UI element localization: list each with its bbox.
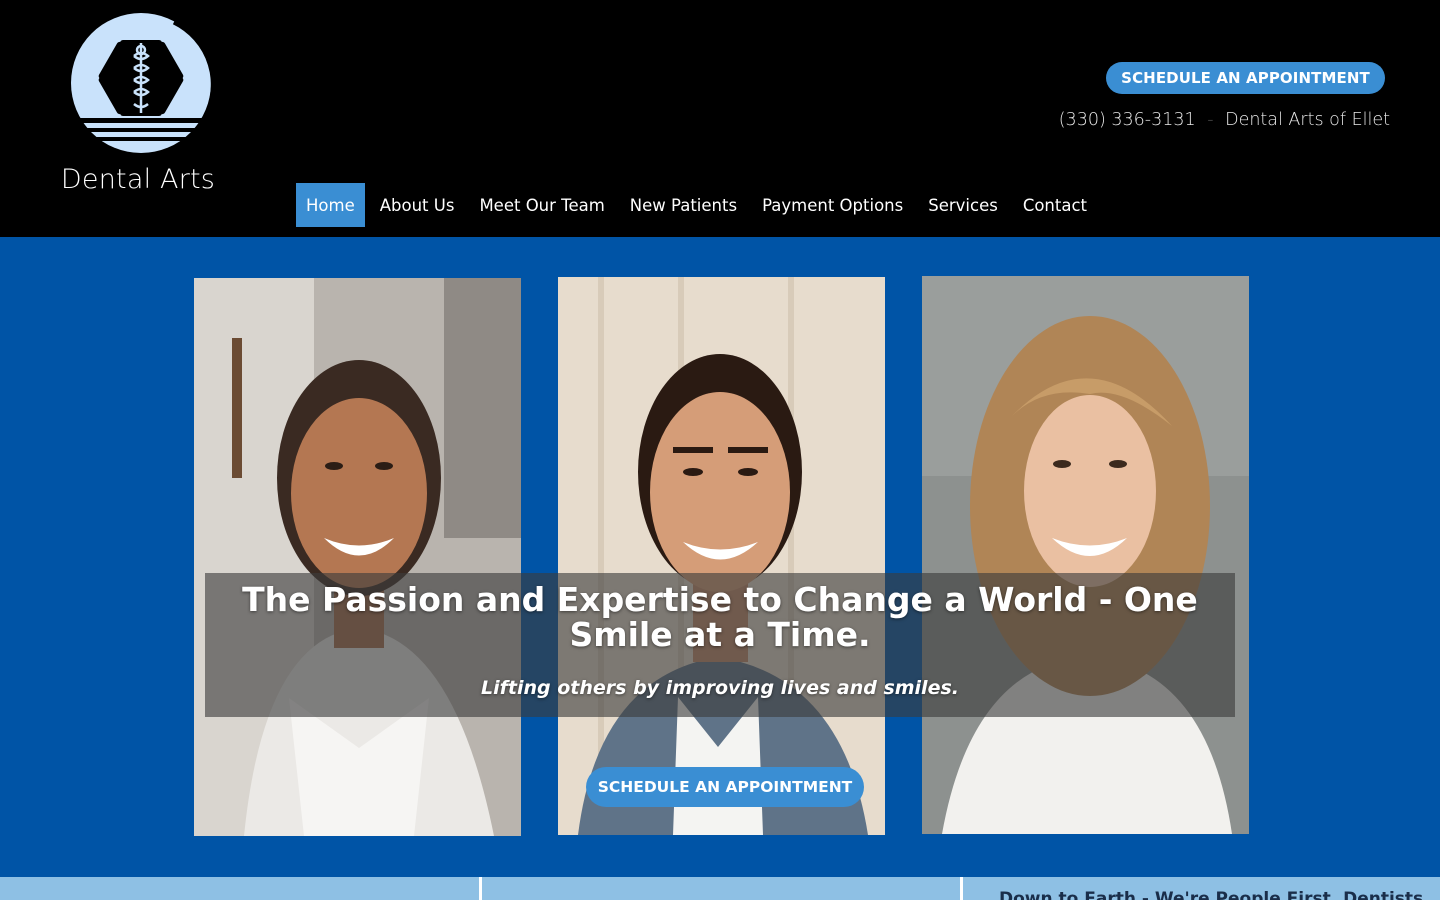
feature-column-3: Down to Earth - We're People First, Dent… [963, 877, 1440, 900]
contact-separator: - [1207, 110, 1214, 130]
hero-headline: The Passion and Expertise to Change a Wo… [242, 580, 1198, 654]
hero-photo-woman-dark-hair [194, 278, 521, 836]
nav-item-about-us[interactable]: About Us [370, 183, 465, 227]
star-of-life-caduceus-icon [70, 13, 216, 153]
hero-photo-woman-blonde [922, 276, 1249, 834]
hero-subline: Lifting others by improving lives and sm… [481, 677, 959, 699]
schedule-appointment-button-hero[interactable]: SCHEDULE AN APPOINTMENT [586, 767, 864, 807]
logo[interactable]: Dental Arts [56, 10, 226, 195]
nav-item-payment-options[interactable]: Payment Options [752, 183, 913, 227]
feature-column-3-heading: Down to Earth - We're People First, Dent… [999, 889, 1424, 900]
hero-photo-man [558, 277, 885, 835]
main-nav: Home About Us Meet Our Team New Patients… [296, 183, 1102, 227]
schedule-appointment-button-header[interactable]: SCHEDULE AN APPOINTMENT [1106, 62, 1385, 94]
feature-strip: Down to Earth - We're People First, Dent… [0, 877, 1440, 900]
nav-item-meet-our-team[interactable]: Meet Our Team [469, 183, 614, 227]
site-header: Dental Arts SCHEDULE AN APPOINTMENT (330… [0, 0, 1440, 237]
nav-item-home[interactable]: Home [296, 183, 365, 227]
feature-column-1 [0, 877, 479, 900]
brand-name: Dental Arts [60, 164, 216, 195]
feature-column-2 [482, 877, 960, 900]
contact-line: (330) 336-3131 - Dental Arts of Ellet [1059, 110, 1390, 130]
nav-item-new-patients[interactable]: New Patients [620, 183, 747, 227]
nav-item-contact[interactable]: Contact [1013, 183, 1097, 227]
hero-section: The Passion and Expertise to Change a Wo… [0, 237, 1440, 877]
phone-link[interactable]: (330) 336-3131 [1059, 110, 1196, 130]
nav-item-services[interactable]: Services [918, 183, 1008, 227]
location-label: Dental Arts of Ellet [1225, 110, 1390, 130]
